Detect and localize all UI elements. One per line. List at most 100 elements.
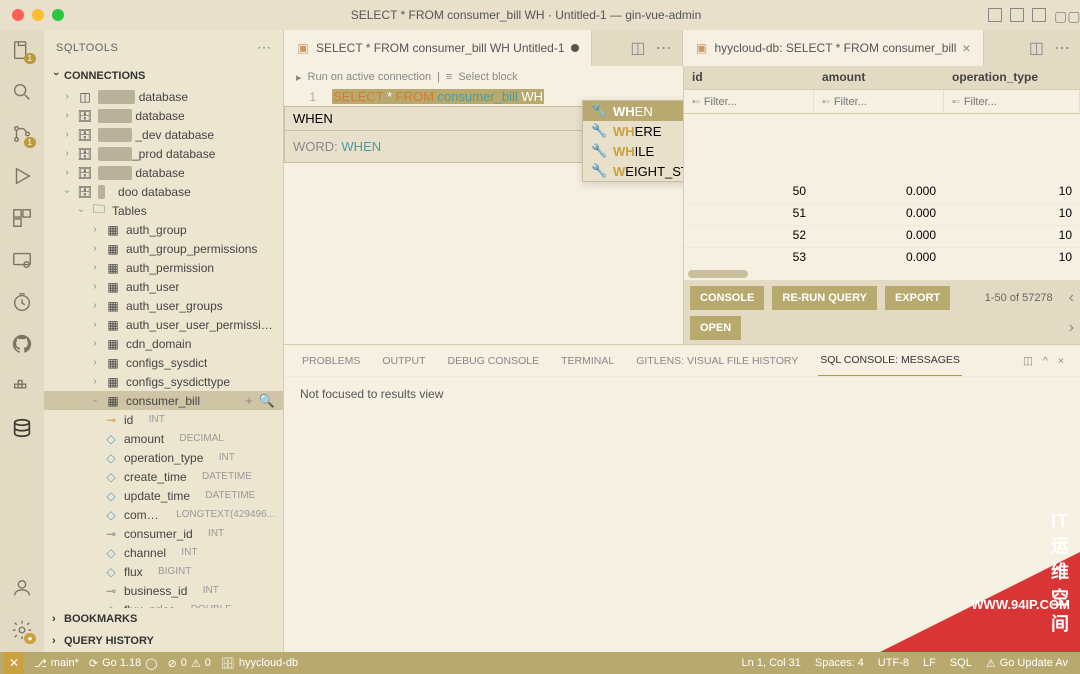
layout-icon[interactable]	[988, 8, 1002, 22]
run-debug-icon[interactable]	[10, 164, 34, 188]
table-item[interactable]: ›▦auth_group_permissions	[44, 239, 283, 258]
filter-input[interactable]	[834, 96, 904, 108]
table-item[interactable]: ›▦auth_group	[44, 220, 283, 239]
close-window[interactable]	[12, 9, 24, 21]
database-icon[interactable]	[10, 416, 34, 440]
suggestion-item[interactable]: 🔧WHEN	[583, 101, 684, 121]
lang-status[interactable]: SQL	[950, 657, 972, 669]
section-bookmarks[interactable]: ›BOOKMARKS	[44, 608, 283, 630]
split-icon[interactable]: ◫	[1029, 38, 1044, 58]
source-control-icon[interactable]: 1	[10, 122, 34, 146]
tables-folder[interactable]: ›🗀Tables	[44, 201, 283, 220]
export-button[interactable]: EXPORT	[885, 286, 950, 310]
account-icon[interactable]	[10, 576, 34, 600]
column-item[interactable]: ◇operation_type INT	[44, 448, 283, 467]
db-item[interactable]: ›🗄l doo database	[44, 182, 283, 201]
table-item[interactable]: ›▦configs_sysdict	[44, 353, 283, 372]
layout-icon[interactable]	[1032, 8, 1046, 22]
section-query-history[interactable]: ›QUERY HISTORY	[44, 630, 283, 652]
layout-controls[interactable]: ▢▢	[988, 8, 1068, 22]
add-icon[interactable]: +	[245, 393, 253, 409]
extensions-icon[interactable]	[10, 206, 34, 230]
results-body[interactable]: 500.00010 510.00010 520.00010 530.00010 …	[684, 114, 1080, 268]
docker-icon[interactable]	[10, 374, 34, 398]
suggestion-item[interactable]: 🔧WEIGHT_STRING	[583, 161, 684, 181]
col-header-id[interactable]: id	[684, 66, 814, 89]
suggestion-item[interactable]: 🔧WHILE	[583, 141, 684, 161]
panel-tab-problems[interactable]: PROBLEMS	[300, 345, 362, 376]
table-item[interactable]: ›▦auth_user	[44, 277, 283, 296]
table-item[interactable]: ›▦cdn_domain	[44, 334, 283, 353]
chevron-up-icon[interactable]: ^	[1043, 355, 1048, 367]
split-icon[interactable]: ◫	[630, 38, 645, 58]
column-item[interactable]: ◇comment LONGTEXT(429496...	[44, 505, 283, 524]
result-row[interactable]: 500.00010	[684, 182, 1080, 204]
more-icon[interactable]: ⋯	[257, 39, 271, 56]
eol-status[interactable]: LF	[923, 657, 936, 669]
column-item[interactable]: ⊸business_id INT	[44, 581, 283, 600]
timer-icon[interactable]	[10, 290, 34, 314]
remote-icon[interactable]	[10, 248, 34, 272]
open-button[interactable]: OPEN	[690, 316, 741, 340]
minimize-window[interactable]	[32, 9, 44, 21]
scrollbar[interactable]	[688, 270, 748, 278]
remote-status[interactable]: ✕	[4, 652, 24, 674]
result-row[interactable]: 520.00010	[684, 226, 1080, 248]
column-item[interactable]: ◇flux_price DOUBLE	[44, 600, 283, 608]
table-item[interactable]: ›▦auth_user_user_permissions	[44, 315, 283, 334]
filter-input[interactable]	[704, 96, 774, 108]
next-page-icon[interactable]: ›	[1069, 319, 1074, 337]
db-item[interactable]: ›◫nardin database	[44, 87, 283, 106]
magnify-icon[interactable]: 🔍	[259, 393, 275, 409]
github-icon[interactable]	[10, 332, 34, 356]
prev-page-icon[interactable]: ‹	[1069, 289, 1074, 307]
result-row[interactable]: 530.00010	[684, 248, 1080, 268]
column-item[interactable]: ◇channel INT	[44, 543, 283, 562]
column-item[interactable]: ⊸consumer_id INT	[44, 524, 283, 543]
problems-status[interactable]: ⊘0 ⚠0	[168, 657, 211, 670]
encoding-status[interactable]: UTF-8	[878, 657, 909, 669]
panel-tab-terminal[interactable]: TERMINAL	[559, 345, 616, 376]
db-item[interactable]: ›🗄xxxxx database	[44, 106, 283, 125]
column-item[interactable]: ◇flux BIGINT	[44, 562, 283, 581]
go-update-status[interactable]: ⚠ Go Update Av	[986, 657, 1068, 670]
db-item[interactable]: ›🗄xxxxx database	[44, 163, 283, 182]
suggestion-item[interactable]: 🔧WHERE	[583, 121, 684, 141]
code-editor[interactable]: 1 SELECT * FROM consumer_bill WH × WORD:…	[284, 88, 683, 344]
editor-tab[interactable]: ▣ SELECT * FROM consumer_bill WH Untitle…	[284, 30, 592, 66]
explorer-icon[interactable]: 1	[10, 38, 34, 62]
section-connections[interactable]: ›CONNECTIONS	[44, 65, 283, 87]
more-icon[interactable]: ⋯	[1054, 38, 1070, 58]
go-status[interactable]: ⟳ Go 1.18 ◯	[89, 657, 158, 670]
column-item[interactable]: ◇amount DECIMAL	[44, 429, 283, 448]
filter-input[interactable]	[964, 96, 1034, 108]
console-button[interactable]: CONSOLE	[690, 286, 764, 310]
db-status[interactable]: 🗄hyycloud-db	[221, 657, 298, 670]
panel-tab-gitlens[interactable]: GITLENS: VISUAL FILE HISTORY	[634, 345, 800, 376]
db-item[interactable]: ›🗄xxxxx _dev database	[44, 125, 283, 144]
column-item[interactable]: ⊸id INT	[44, 410, 283, 429]
run-icon[interactable]: ▸	[296, 71, 302, 84]
db-item[interactable]: ›🗄xxxxx_prod database	[44, 144, 283, 163]
panel-tab-debug[interactable]: DEBUG CONSOLE	[446, 345, 542, 376]
indent-status[interactable]: Spaces: 4	[815, 657, 864, 669]
cursor-position[interactable]: Ln 1, Col 31	[742, 657, 801, 669]
rerun-button[interactable]: RE-RUN QUERY	[772, 286, 877, 310]
table-item[interactable]: ›▦auth_permission	[44, 258, 283, 277]
settings-icon[interactable]: ●	[10, 618, 34, 642]
split-icon[interactable]: ◫	[1023, 355, 1033, 367]
more-icon[interactable]: ⋯	[656, 38, 672, 58]
column-item[interactable]: ◇update_time DATETIME	[44, 486, 283, 505]
select-block-icon[interactable]: ≡	[446, 71, 452, 83]
table-item[interactable]: ›▦consumer_bill+🔍	[44, 391, 283, 410]
branch-status[interactable]: ⎇main*	[34, 657, 79, 670]
col-header-op[interactable]: operation_type	[944, 66, 1080, 89]
table-item[interactable]: ›▦auth_user_groups	[44, 296, 283, 315]
close-icon[interactable]: ×	[962, 40, 970, 56]
column-item[interactable]: ◇create_time DATETIME	[44, 467, 283, 486]
layout-icon[interactable]: ▢▢	[1054, 8, 1068, 22]
panel-tab-sql[interactable]: SQL CONSOLE: MESSAGES	[818, 345, 962, 376]
layout-icon[interactable]	[1010, 8, 1024, 22]
panel-tab-output[interactable]: OUTPUT	[380, 345, 427, 376]
editor-tab[interactable]: ▣ hyycloud-db: SELECT * FROM consumer_bi…	[683, 30, 984, 66]
